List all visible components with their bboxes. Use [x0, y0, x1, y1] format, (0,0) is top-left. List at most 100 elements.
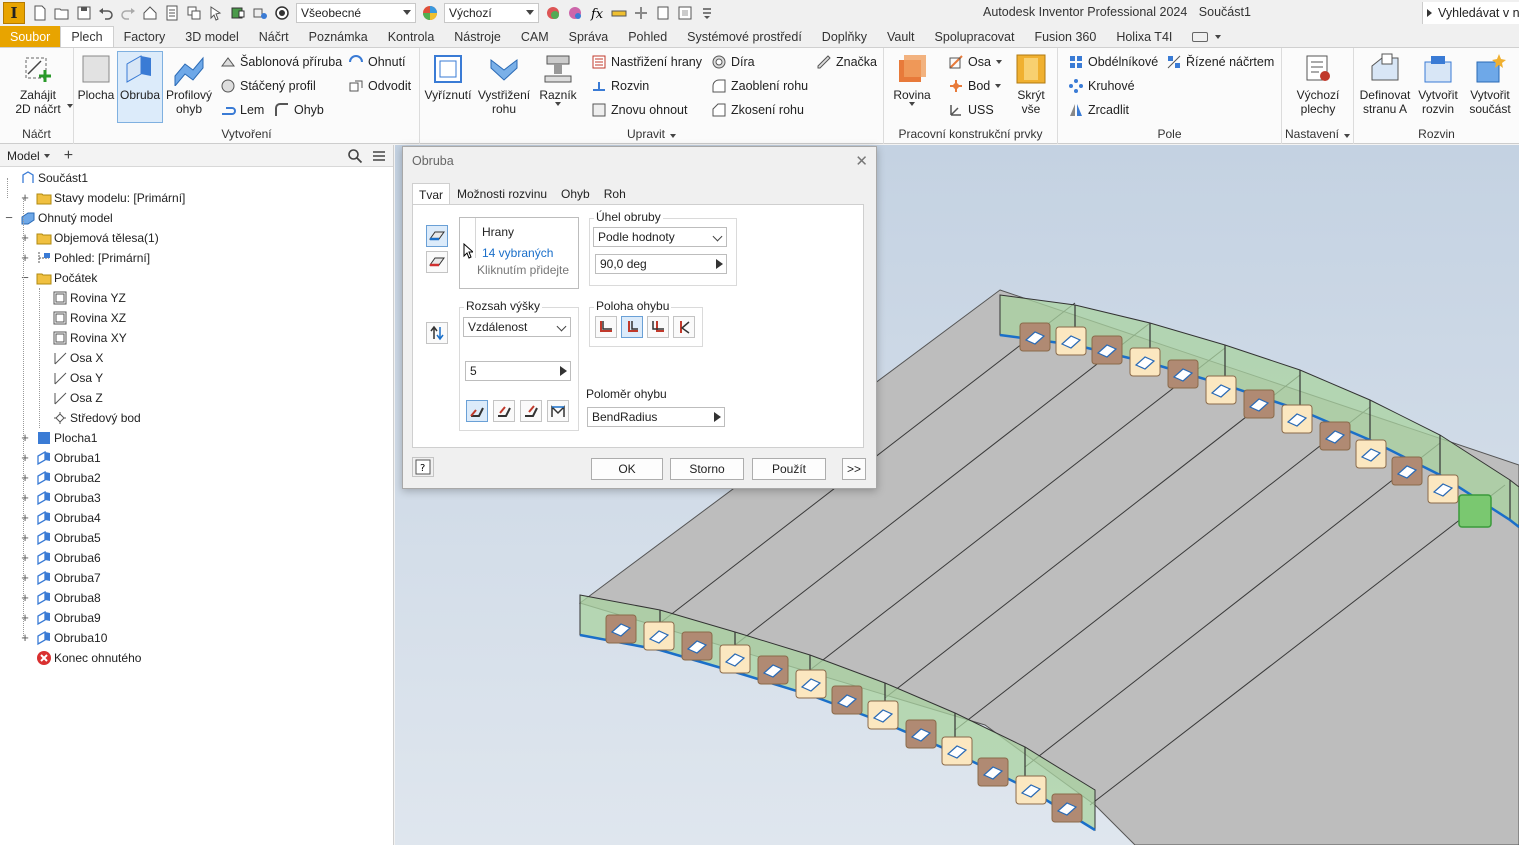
panel-setup-title[interactable]: Nastavení [1282, 127, 1353, 141]
browser-node[interactable]: + Obruba6 [21, 548, 101, 568]
tab-fusion-360[interactable]: Fusion 360 [1024, 26, 1106, 47]
create-flat-pattern-button[interactable]: Vytvořit rozvin [1414, 52, 1462, 116]
color-wheel-icon[interactable] [421, 4, 439, 22]
material-icon[interactable] [273, 4, 291, 22]
collapse-icon[interactable]: − [20, 271, 30, 284]
chevron-down-icon[interactable] [67, 104, 73, 108]
start-2d-sketch-button[interactable]: Zahájit 2D náčrt [8, 52, 68, 116]
parameters-icon[interactable]: fx [588, 4, 606, 22]
appearance-icon[interactable] [229, 4, 247, 22]
tab-tools[interactable]: Nástroje [444, 26, 511, 47]
open-file-icon[interactable] [53, 4, 71, 22]
expand-icon[interactable]: + [20, 431, 30, 444]
face-button[interactable]: Plocha [76, 52, 116, 102]
tab-view[interactable]: Pohled [618, 26, 677, 47]
new-file-icon[interactable] [31, 4, 49, 22]
copy-icon[interactable] [185, 4, 203, 22]
mirror-button[interactable]: Zrcadlit [1068, 100, 1129, 120]
height-extent-select[interactable]: Vzdálenost [463, 317, 571, 337]
collapse-icon[interactable]: − [4, 211, 14, 224]
bend-radius-input[interactable]: BendRadius [587, 407, 725, 427]
close-icon[interactable]: ✕ [855, 152, 868, 170]
browser-node[interactable]: Rovina YZ [52, 288, 126, 308]
browser-node[interactable]: − Ohnutý model [5, 208, 113, 228]
browser-node[interactable]: + Pohled: [Primární] [21, 248, 150, 268]
search-expand-icon[interactable] [1427, 9, 1432, 17]
corner-round-button-2[interactable]: Zaoblení rohu [711, 76, 808, 96]
tab-shape[interactable]: Tvar [412, 183, 450, 206]
point-button[interactable]: Bod [948, 76, 1002, 96]
flange-angle-mode-select[interactable]: Podle hodnoty [593, 227, 727, 247]
adjust-icon[interactable] [544, 4, 562, 22]
create-part-button[interactable]: Vytvořit součást [1462, 52, 1518, 116]
browser-node[interactable]: + Obruba4 [21, 508, 101, 528]
properties-icon[interactable] [163, 4, 181, 22]
play-arrow-icon[interactable] [714, 412, 721, 422]
ok-button[interactable]: OK [591, 458, 663, 480]
browser-node[interactable]: + Obruba10 [21, 628, 107, 648]
save-icon[interactable] [75, 4, 93, 22]
bend-position-1-button[interactable] [595, 316, 617, 338]
play-arrow-icon[interactable] [716, 259, 723, 269]
contour-flange-button[interactable]: Profilový ohyb [164, 52, 214, 116]
redo-icon[interactable] [119, 4, 137, 22]
rolled-profile-button[interactable]: Stáčený profil [220, 76, 316, 96]
chevron-down-icon[interactable] [43, 153, 50, 158]
browser-node[interactable]: Součást1 [20, 168, 88, 188]
hide-all-button[interactable]: Skrýt vše [1008, 52, 1054, 116]
corner-round-button[interactable]: Nastřižení hrany [591, 52, 702, 72]
browser-node[interactable]: − Počátek [21, 268, 97, 288]
tab-3d-model[interactable]: 3D model [175, 26, 249, 47]
expand-icon[interactable]: + [20, 631, 30, 644]
tab-addins[interactable]: Doplňky [812, 26, 877, 47]
axis-button[interactable]: Osa [948, 52, 1002, 72]
punch-tool-button[interactable]: Razník [536, 52, 580, 106]
active-edge-marker[interactable] [1458, 494, 1492, 528]
expand-icon[interactable]: + [20, 511, 30, 524]
add-browser-tab-icon[interactable]: + [64, 147, 73, 165]
browser-node[interactable]: + Obruba2 [21, 468, 101, 488]
browser-node[interactable]: + Objemová tělesa(1) [21, 228, 159, 248]
tab-factory[interactable]: Factory [114, 26, 176, 47]
browser-node[interactable]: Osa Y [52, 368, 103, 388]
fold-button[interactable]: Ohnutí [348, 52, 406, 72]
select-icon[interactable] [207, 4, 225, 22]
height-datum-4-button[interactable] [547, 400, 569, 422]
ucs-button[interactable]: USS [948, 100, 994, 120]
expand-icon[interactable]: + [20, 191, 30, 204]
expand-icon[interactable]: + [20, 451, 30, 464]
height-datum-2-button[interactable] [493, 400, 515, 422]
refold-button[interactable]: Znovu ohnout [591, 100, 687, 120]
play-arrow-icon[interactable] [560, 366, 567, 376]
browser-node[interactable]: + Obruba9 [21, 608, 101, 628]
browser-node[interactable]: Rovina XZ [52, 308, 126, 328]
corner-chamfer-button[interactable]: Zkosení rohu [711, 100, 804, 120]
browser-node[interactable]: + Stavy modelu: [Primární] [21, 188, 185, 208]
height-datum-1-button[interactable] [466, 400, 488, 422]
tab-annotate[interactable]: Poznámka [299, 26, 378, 47]
ruler-icon[interactable] [610, 4, 628, 22]
bend-position-3-button[interactable] [647, 316, 669, 338]
plane-button[interactable]: Rovina [890, 52, 934, 106]
mark-button[interactable]: Značka [816, 52, 877, 72]
browser-node[interactable]: Osa X [52, 348, 103, 368]
height-value-input[interactable]: 5 [465, 361, 571, 381]
edge-select-button[interactable] [426, 225, 448, 247]
corner-seam-button[interactable]: Vystřižení rohu [476, 52, 532, 116]
expand-icon[interactable]: + [20, 491, 30, 504]
tab-holixa[interactable]: Holixa T4I [1106, 26, 1182, 47]
search-icon[interactable] [347, 148, 363, 164]
expand-icon[interactable]: + [20, 231, 30, 244]
tab-bend[interactable]: Ohyb [554, 183, 597, 205]
browser-node[interactable]: Konec ohnutého [36, 648, 141, 668]
flip-direction-button[interactable] [426, 322, 448, 344]
home-icon[interactable] [141, 4, 159, 22]
tab-manage[interactable]: Správa [559, 26, 619, 47]
height-datum-3-button[interactable] [520, 400, 542, 422]
undo-icon[interactable] [97, 4, 115, 22]
browser-node[interactable]: Středový bod [52, 408, 141, 428]
customize-icon[interactable] [698, 4, 716, 22]
hole-button[interactable]: Díra [711, 52, 755, 72]
appearance-combo[interactable]: Výchozí [444, 3, 539, 23]
derive-button[interactable]: Odvodit [348, 76, 411, 96]
